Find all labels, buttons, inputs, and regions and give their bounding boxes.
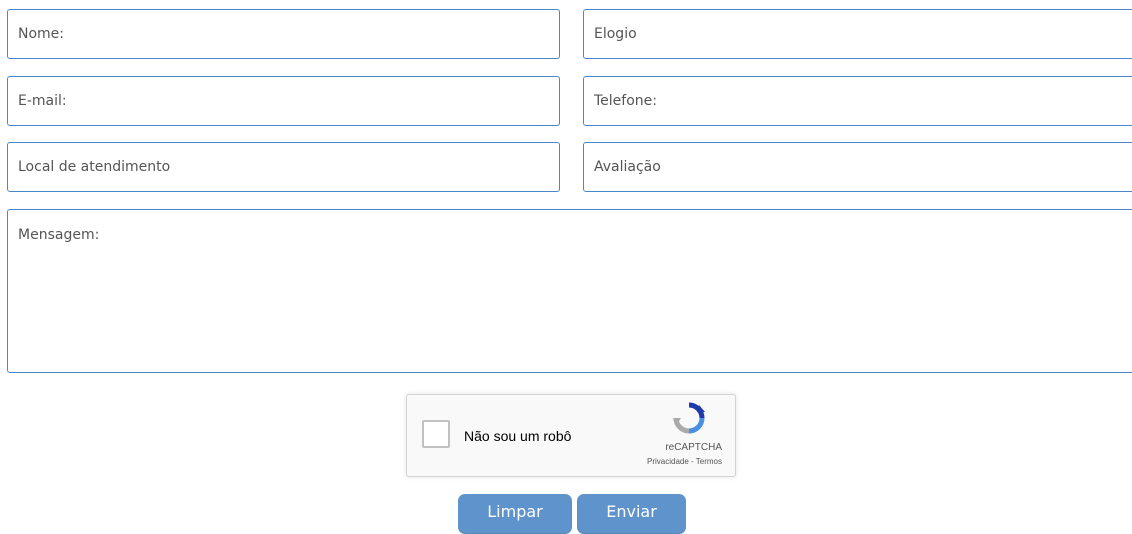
service-location-input[interactable] — [7, 142, 560, 192]
recaptcha-widget: Não sou um robô reCAPTCHA Privacidade - … — [406, 394, 736, 477]
recaptcha-privacy-link[interactable]: Privacidade — [647, 457, 689, 466]
message-textarea[interactable] — [7, 209, 1132, 373]
recaptcha-label: Não sou um robô — [464, 428, 572, 444]
name-input[interactable] — [7, 9, 560, 59]
clear-button[interactable]: Limpar — [458, 494, 572, 534]
compliment-input[interactable] — [583, 9, 1132, 59]
phone-input[interactable] — [583, 76, 1132, 126]
recaptcha-logo-icon — [673, 402, 705, 434]
recaptcha-terms-link[interactable]: Termos — [696, 457, 722, 466]
recaptcha-link-separator: - — [688, 457, 696, 466]
recaptcha-checkbox[interactable] — [422, 420, 450, 448]
submit-button[interactable]: Enviar — [577, 494, 686, 534]
email-input[interactable] — [7, 76, 560, 126]
recaptcha-brand: reCAPTCHA — [665, 442, 722, 453]
recaptcha-links: Privacidade - Termos — [647, 457, 722, 466]
rating-input[interactable] — [583, 142, 1132, 192]
